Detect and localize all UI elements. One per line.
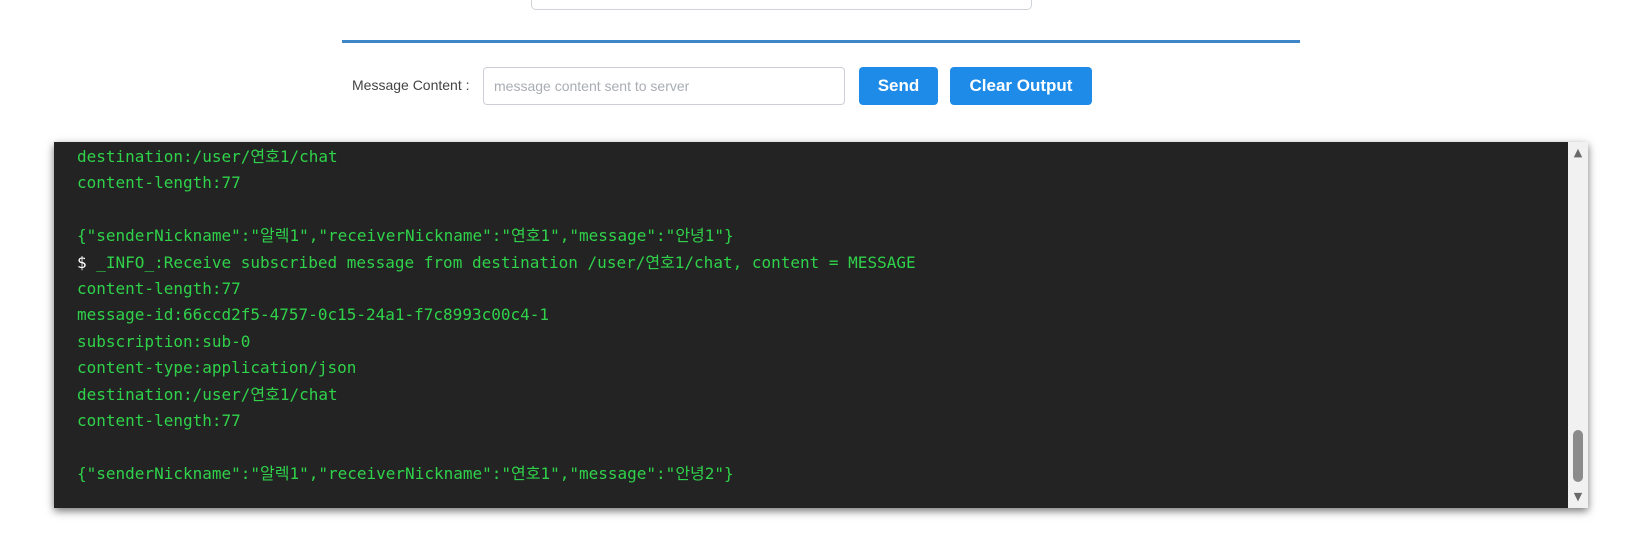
console-line: content-length:77 (77, 173, 241, 193)
send-button[interactable]: Send (859, 67, 938, 105)
console-line-text: _INFO_:Receive subscribed message from d… (86, 252, 916, 272)
console-line-with-prompt: $ _INFO_:Receive subscribed message from… (77, 250, 916, 276)
section-divider (342, 40, 1300, 43)
message-content-input[interactable] (483, 67, 845, 105)
console-line: message-id:66ccd2f5-4757-0c15-24a1-f7c89… (77, 305, 550, 325)
scrollbar-thumb[interactable] (1573, 430, 1583, 482)
scroll-up-arrow-icon[interactable]: ▲ (1568, 144, 1588, 162)
console-prompt: $ (77, 252, 87, 272)
scroll-down-arrow-icon[interactable]: ▼ (1568, 488, 1588, 506)
console-line: content-length:77 (77, 410, 241, 430)
output-console: destination:/user/연호1/chat content-lengt… (54, 142, 1588, 508)
console-line: content-length:77 (77, 278, 241, 298)
console-line: content-type:application/json (77, 358, 357, 378)
console-line: subscription:sub-0 (77, 331, 251, 351)
top-input-field[interactable] (531, 0, 1032, 10)
message-content-label: Message Content : (352, 77, 470, 93)
page: Message Content : Send Clear Output dest… (0, 0, 1639, 539)
console-line: destination:/user/연호1/chat (77, 384, 338, 404)
console-output-lines: destination:/user/연호1/chat content-lengt… (77, 144, 916, 487)
console-scrollbar[interactable]: ▲ ▼ (1568, 142, 1588, 508)
clear-output-button[interactable]: Clear Output (950, 67, 1092, 105)
console-line: {"senderNickname":"알렉1","receiverNicknam… (77, 463, 734, 483)
console-line: {"senderNickname":"알렉1","receiverNicknam… (77, 226, 734, 246)
console-line: destination:/user/연호1/chat (77, 147, 338, 166)
